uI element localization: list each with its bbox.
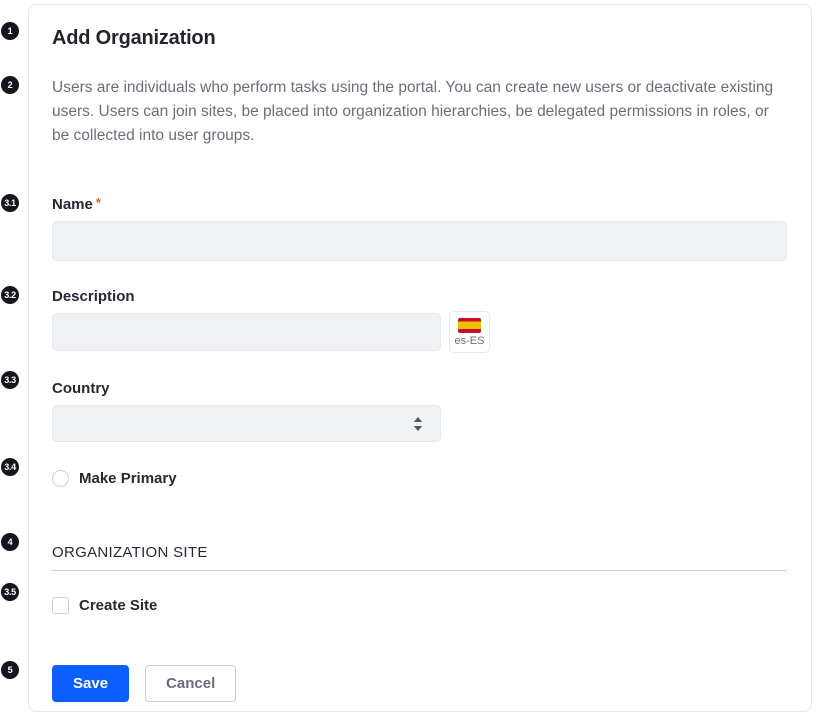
callout-2: 2 xyxy=(1,76,19,94)
name-input[interactable] xyxy=(52,221,787,261)
required-indicator: * xyxy=(96,195,101,210)
create-site-row: Create Site xyxy=(52,597,787,614)
organization-site-section: ORGANIZATION SITE xyxy=(52,544,787,571)
add-organization-card: Add Organization Users are individuals w… xyxy=(28,4,812,712)
country-label: Country xyxy=(52,380,787,397)
selector-icon xyxy=(412,415,424,433)
page-title: Add Organization xyxy=(52,27,787,50)
section-divider xyxy=(52,570,787,571)
organization-site-header: ORGANIZATION SITE xyxy=(52,544,787,561)
callout-3-2: 3.2 xyxy=(1,286,19,304)
description-field-group: Description es-ES xyxy=(52,288,787,353)
callout-3-3: 3.3 xyxy=(1,371,19,389)
callout-1: 1 xyxy=(1,22,19,40)
make-primary-row: Make Primary xyxy=(52,470,787,487)
create-site-label: Create Site xyxy=(79,597,157,614)
create-site-checkbox[interactable] xyxy=(52,597,69,614)
description-input[interactable] xyxy=(52,313,441,351)
callout-4: 4 xyxy=(1,533,19,551)
page-description: Users are individuals who perform tasks … xyxy=(52,76,787,148)
callout-3-5: 3.5 xyxy=(1,583,19,601)
callout-3-4: 3.4 xyxy=(1,458,19,476)
callout-5: 5 xyxy=(1,661,19,679)
form-actions: Save Cancel xyxy=(52,665,787,702)
callout-3-1: 3.1 xyxy=(1,194,19,212)
country-select[interactable] xyxy=(52,405,441,442)
description-label: Description xyxy=(52,288,787,305)
name-field-group: Name* xyxy=(52,195,787,261)
name-label-text: Name xyxy=(52,196,93,213)
language-code-label: es-ES xyxy=(455,335,485,347)
country-field-group: Country xyxy=(52,380,787,442)
make-primary-radio[interactable] xyxy=(52,470,69,487)
name-label: Name* xyxy=(52,195,787,213)
make-primary-label: Make Primary xyxy=(79,470,177,487)
save-button[interactable]: Save xyxy=(52,665,129,702)
cancel-button[interactable]: Cancel xyxy=(145,665,236,702)
spain-flag-icon xyxy=(458,318,481,333)
language-selector-button[interactable]: es-ES xyxy=(449,311,490,353)
